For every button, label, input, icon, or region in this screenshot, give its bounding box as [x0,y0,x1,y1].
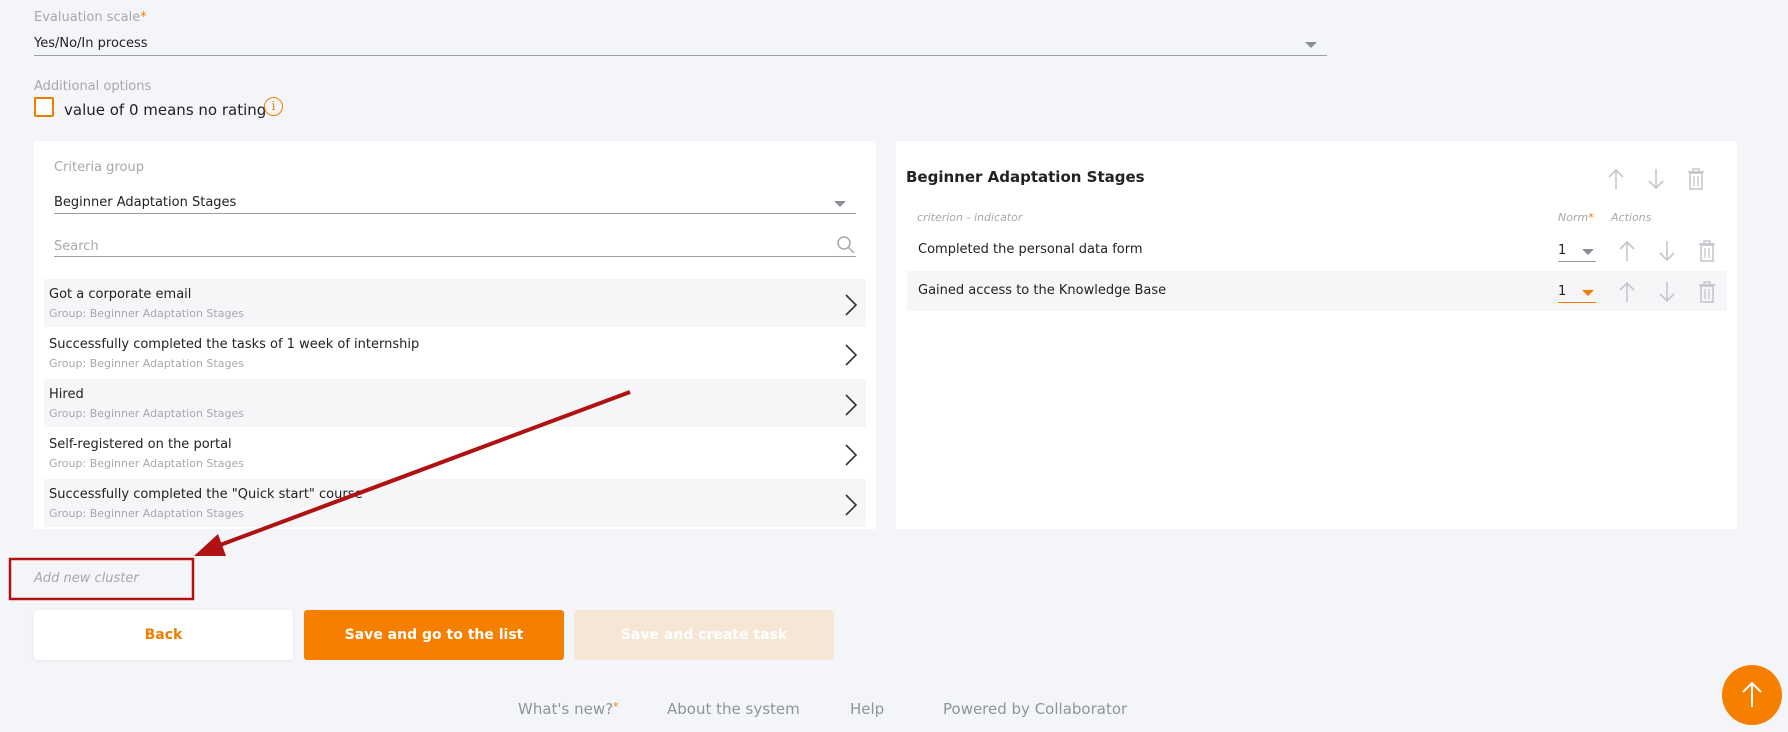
footer-help-link[interactable]: Help [850,700,884,718]
back-button[interactable]: Back [34,610,293,660]
save-and-go-to-list-button[interactable]: Save and go to the list [304,610,564,660]
footer-whats-new-link[interactable]: What's new?* [518,700,619,718]
arrow-up-icon [1742,681,1762,707]
footer-powered-by-link[interactable]: Powered by Collaborator [943,700,1127,718]
footer-about-link[interactable]: About the system [667,700,800,718]
scroll-top-button[interactable] [1722,665,1782,725]
save-and-create-task-button[interactable]: Save and create task [574,610,834,660]
